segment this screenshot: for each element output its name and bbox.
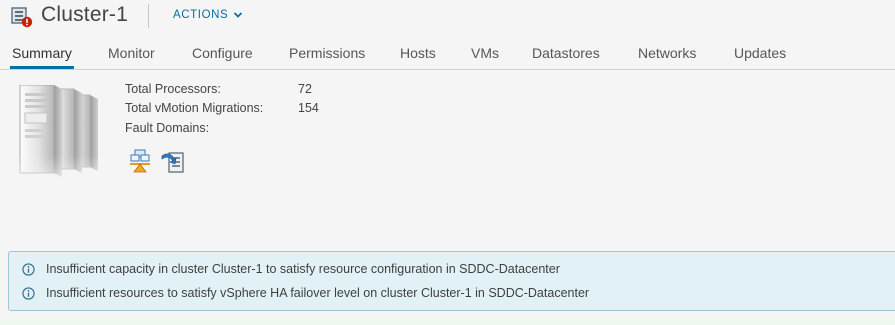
actions-label: ACTIONS [173, 9, 229, 21]
tab-datastores[interactable]: Datastores [532, 44, 600, 68]
chevron-down-icon [234, 12, 243, 18]
info-icon [22, 286, 35, 300]
page-title: Cluster-1 [41, 3, 128, 26]
alert-text: Insufficient capacity in cluster Cluster… [46, 262, 560, 276]
property-label: Total Processors: [125, 82, 221, 96]
info-icon [22, 262, 35, 276]
tab-monitor[interactable]: Monitor [108, 44, 155, 68]
migrate-icon[interactable] [161, 150, 185, 174]
header-divider [148, 4, 149, 28]
property-label: Fault Domains: [125, 121, 210, 135]
alert-item: Insufficient capacity in cluster Cluster… [22, 259, 560, 279]
property-label: Total vMotion Migrations: [125, 101, 264, 115]
cluster-alert-icon [11, 7, 33, 28]
tab-vms[interactable]: VMs [471, 44, 499, 68]
server-cluster-image [14, 85, 102, 195]
property-value: 72 [298, 82, 312, 96]
tab-updates[interactable]: Updates [734, 44, 786, 68]
tab-summary[interactable]: Summary [10, 44, 74, 69]
tab-networks[interactable]: Networks [638, 44, 696, 68]
cluster-summary-page: Cluster-1 ACTIONS Summary Monitor Config… [0, 0, 895, 325]
tab-bar: Summary Monitor Configure Permissions Ho… [0, 40, 895, 70]
bottom-status-strip [0, 319, 895, 325]
page-header: Cluster-1 ACTIONS [0, 0, 895, 34]
fault-domain-icon[interactable] [128, 149, 152, 173]
alert-item: Insufficient resources to satisfy vSpher… [22, 283, 589, 303]
tab-hosts[interactable]: Hosts [400, 44, 436, 68]
tab-configure[interactable]: Configure [192, 44, 253, 68]
tab-permissions[interactable]: Permissions [289, 44, 365, 68]
actions-menu-button[interactable]: ACTIONS [173, 9, 243, 21]
alert-text: Insufficient resources to satisfy vSpher… [46, 286, 590, 300]
property-value: 154 [298, 101, 319, 115]
alert-banner: Insufficient capacity in cluster Cluster… [8, 251, 895, 311]
